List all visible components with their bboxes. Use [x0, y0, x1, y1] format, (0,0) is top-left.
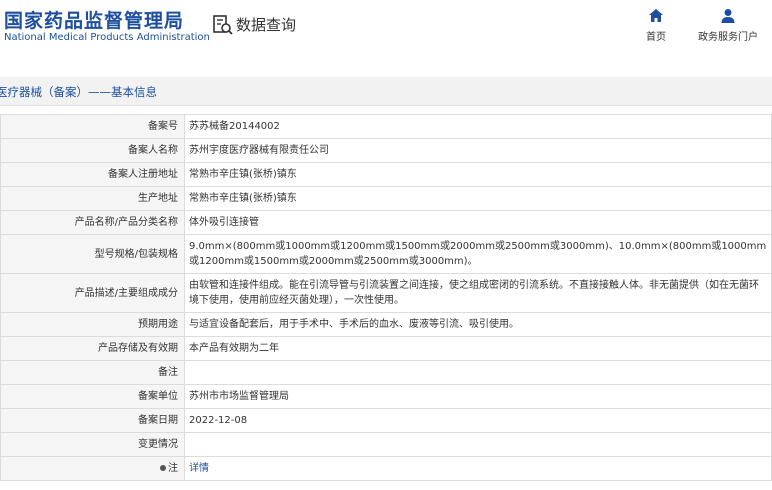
row-label: 备案人名称 — [0, 138, 185, 163]
table-row: 备案单位 苏州市市场监督管理局 — [0, 384, 772, 409]
row-label: 预期用途 — [0, 312, 185, 337]
row-value: 由软管和连接件组成。能在引流导管与引流装置之间连接，使之组成密闭的引流系统。不直… — [184, 273, 772, 313]
section-title: 数据查询 — [236, 16, 297, 34]
table-row: 备注 — [0, 360, 772, 385]
table-row: 备案人名称 苏州宇度医疗器械有限责任公司 — [0, 138, 772, 163]
table-row: 变更情况 — [0, 432, 772, 457]
row-value: 苏州宇度医疗器械有限责任公司 — [184, 138, 772, 163]
brand-name-en: National Medical Products Administration — [4, 32, 210, 43]
row-value: 体外吸引连接管 — [184, 210, 772, 235]
table-row: 备案日期 2022-12-08 — [0, 408, 772, 433]
row-label: 变更情况 — [0, 432, 185, 457]
table-row: 产品描述/主要组成成分 由软管和连接件组成。能在引流导管与引流装置之间连接，使之… — [0, 273, 772, 313]
nav-portal-label: 政务服务门户 — [698, 32, 758, 43]
breadcrumb-bar: 医疗器械（备案）——基本信息 — [0, 77, 772, 106]
brand-name-cn[interactable]: 国家药品监督管理局 — [4, 6, 184, 33]
row-value: 9.0mm×(800mm或1000mm或1200mm或1500mm或2000mm… — [184, 234, 772, 274]
table-row-note: 注 详情 — [0, 456, 772, 481]
row-value: 常熟市辛庄镇(张桥)镇东 — [184, 162, 772, 187]
row-label: 产品存储及有效期 — [0, 336, 185, 361]
row-label: 生产地址 — [0, 186, 185, 211]
breadcrumb: 医疗器械（备案）——基本信息 — [0, 85, 157, 99]
home-icon — [649, 9, 663, 22]
row-value — [184, 360, 772, 385]
note-value: 详情 — [184, 456, 772, 481]
user-icon — [721, 9, 735, 23]
row-label: 产品描述/主要组成成分 — [0, 273, 185, 313]
row-label: 备案号 — [0, 114, 185, 139]
site-header: 国家药品监督管理局 National Medical Products Admi… — [0, 0, 772, 64]
table-row: 备案号 苏苏械备20144002 — [0, 114, 772, 139]
row-value: 与适宜设备配套后，用于手术中、手术后的血水、废液等引流、吸引使用。 — [184, 312, 772, 337]
record-detail-table: 备案号 苏苏械备20144002 备案人名称 苏州宇度医疗器械有限责任公司 备案… — [0, 114, 772, 481]
table-row: 产品存储及有效期 本产品有效期为二年 — [0, 336, 772, 361]
row-label: 备案日期 — [0, 408, 185, 433]
row-label: 型号规格/包装规格 — [0, 234, 185, 274]
table-row: 产品名称/产品分类名称 体外吸引连接管 — [0, 210, 772, 235]
row-label: 备案人注册地址 — [0, 162, 185, 187]
row-label: 备案单位 — [0, 384, 185, 409]
nav-home-label: 首页 — [646, 32, 666, 43]
table-row: 型号规格/包装规格 9.0mm×(800mm或1000mm或1200mm或150… — [0, 234, 772, 274]
detail-link[interactable]: 详情 — [189, 463, 209, 474]
info-dot-icon — [160, 465, 166, 471]
row-value: 本产品有效期为二年 — [184, 336, 772, 361]
row-value: 常熟市辛庄镇(张桥)镇东 — [184, 186, 772, 211]
note-label-text: 注 — [168, 463, 178, 474]
row-value: 苏州市市场监督管理局 — [184, 384, 772, 409]
row-value — [184, 432, 772, 457]
data-search-icon — [213, 15, 233, 35]
nav-service-portal[interactable]: 政务服务门户 — [698, 8, 758, 43]
row-value: 2022-12-08 — [184, 408, 772, 433]
row-value: 苏苏械备20144002 — [184, 114, 772, 139]
table-row: 预期用途 与适宜设备配套后，用于手术中、手术后的血水、废液等引流、吸引使用。 — [0, 312, 772, 337]
nav-home[interactable]: 首页 — [646, 8, 666, 43]
table-row: 备案人注册地址 常熟市辛庄镇(张桥)镇东 — [0, 162, 772, 187]
table-row: 生产地址 常熟市辛庄镇(张桥)镇东 — [0, 186, 772, 211]
note-label: 注 — [0, 456, 185, 481]
row-label: 备注 — [0, 360, 185, 385]
row-label: 产品名称/产品分类名称 — [0, 210, 185, 235]
